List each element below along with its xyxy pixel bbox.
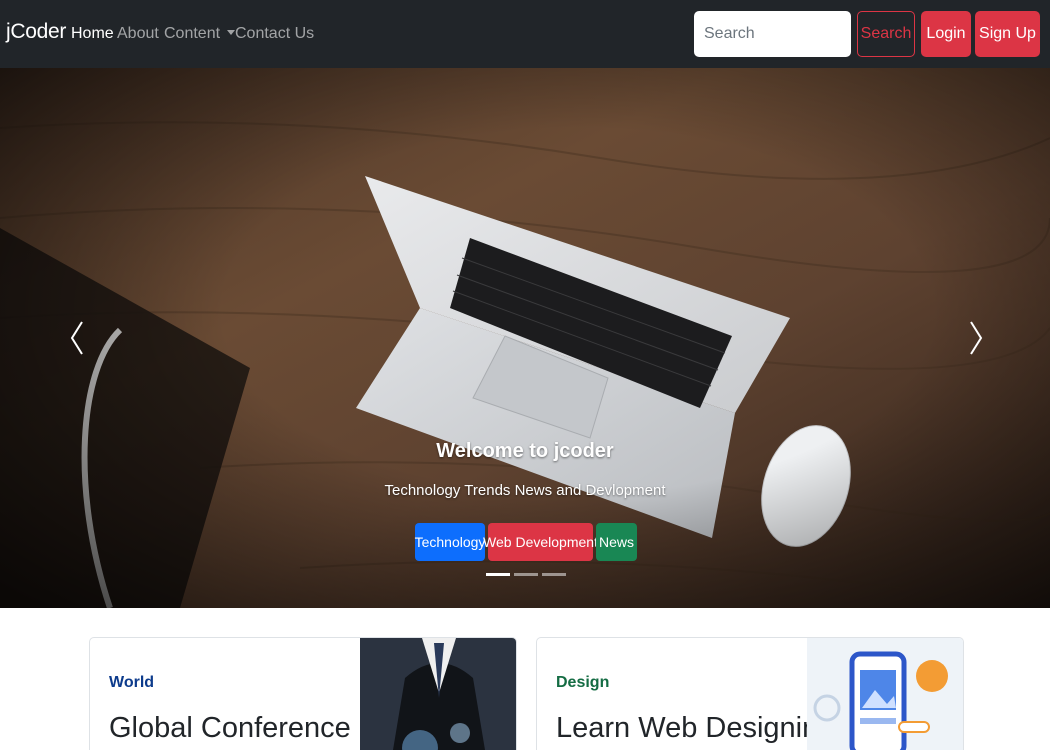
nav-home[interactable]: Home — [71, 25, 114, 43]
article-card[interactable]: Design Learn Web Designing — [536, 637, 964, 750]
top-navbar: jCoder Home About Content Contact Us Sea… — [0, 0, 1050, 68]
chevron-left-icon — [70, 321, 83, 355]
card-title[interactable]: Global Conference — [109, 712, 351, 745]
chevron-right-icon — [970, 321, 983, 355]
category-news-button[interactable]: News — [596, 523, 637, 561]
category-web-development-button[interactable]: Web Development — [483, 523, 598, 561]
carousel-indicator-3[interactable] — [542, 573, 566, 576]
carousel-next-button[interactable] — [963, 318, 987, 358]
carousel-indicator-1[interactable] — [486, 573, 510, 576]
carousel-prev-button[interactable] — [66, 318, 90, 358]
card-category: Design — [556, 674, 610, 691]
signup-button[interactable]: Sign Up — [975, 11, 1040, 57]
hero-title: Welcome to jcoder — [436, 440, 614, 462]
caret-down-icon — [227, 30, 236, 35]
brand-logo[interactable]: jCoder — [6, 20, 66, 44]
card-title[interactable]: Learn Web Designing — [556, 712, 834, 745]
hero-carousel: Welcome to jcoder Technology Trends News… — [0, 68, 1050, 608]
hero-subtitle: Technology Trends News and Devlopment — [384, 482, 666, 499]
search-input[interactable] — [694, 11, 851, 57]
card-image — [807, 638, 963, 750]
card-image — [360, 638, 516, 750]
login-button[interactable]: Login — [921, 11, 971, 57]
category-technology-button[interactable]: Technology — [415, 523, 485, 561]
carousel-indicator-2[interactable] — [514, 573, 538, 576]
nav-content-dropdown[interactable]: Content — [164, 25, 236, 43]
nav-about[interactable]: About — [117, 25, 159, 43]
nav-content-label: Content — [164, 25, 221, 42]
search-button[interactable]: Search — [857, 11, 915, 57]
article-card[interactable]: World Global Conference — [89, 637, 517, 750]
nav-contact[interactable]: Contact Us — [235, 25, 314, 43]
card-category: World — [109, 674, 155, 691]
